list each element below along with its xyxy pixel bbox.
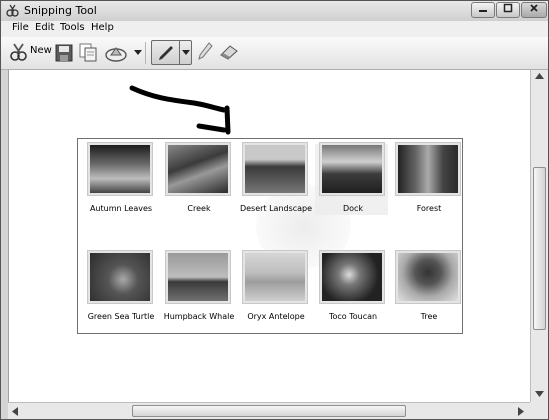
pen-split-divider (179, 41, 180, 64)
humpback-whale-thumbnail (165, 250, 231, 304)
menu-bar: File Edit Tools Help (1, 21, 548, 37)
minimize-icon (479, 10, 487, 12)
send-snip-icon[interactable] (105, 44, 127, 62)
scroll-up-icon[interactable] (535, 73, 544, 79)
pen-icon (159, 46, 173, 60)
scroll-down-icon[interactable] (535, 391, 544, 397)
horizontal-scrollbar[interactable] (8, 402, 530, 419)
image-gallery: Autumn Leaves Creek Desert Landscape Doc… (77, 138, 463, 334)
new-label: New (30, 45, 52, 56)
copy-icon[interactable] (79, 43, 98, 63)
app-scissors-icon (6, 4, 19, 17)
new-snip-button[interactable]: New (7, 40, 52, 65)
tile-label: Forest (416, 204, 442, 213)
pen-dropdown-icon[interactable] (182, 50, 190, 56)
menu-tools[interactable]: Tools (60, 22, 85, 33)
snipping-tool-window: Snipping Tool File Edit Tools Help New A… (0, 0, 549, 420)
menu-edit[interactable]: Edit (35, 22, 54, 33)
eraser-icon[interactable] (219, 44, 239, 60)
scroll-left-icon[interactable] (12, 407, 18, 416)
toco-toucan-thumbnail (319, 250, 385, 304)
close-icon (530, 4, 538, 12)
creek-thumbnail (165, 142, 231, 196)
dock-thumbnail (319, 142, 385, 196)
tile-label: Tree (420, 312, 438, 321)
forest-thumbnail (395, 142, 461, 196)
horizontal-scroll-thumb[interactable] (132, 405, 406, 417)
vertical-scroll-thumb[interactable] (533, 167, 546, 330)
toolbar-separator (145, 42, 146, 64)
pen-button[interactable] (151, 40, 192, 65)
desert-landscape-thumbnail (242, 142, 308, 196)
new-snip-icon (10, 43, 27, 61)
title-bar[interactable]: Snipping Tool (1, 1, 548, 21)
highlighter-icon[interactable] (197, 42, 213, 62)
maximize-icon (503, 3, 513, 13)
maximize-button[interactable] (496, 2, 520, 18)
minimize-button[interactable] (471, 2, 495, 18)
oryx-antelope-thumbnail (242, 250, 308, 304)
scroll-right-icon[interactable] (518, 407, 524, 416)
vertical-scrollbar[interactable] (530, 70, 548, 402)
snip-canvas[interactable]: Autumn Leaves Creek Desert Landscape Doc… (8, 70, 531, 402)
save-icon[interactable] (55, 44, 73, 62)
green-sea-turtle-thumbnail (87, 250, 153, 304)
menu-help[interactable]: Help (91, 22, 114, 33)
tree-thumbnail (395, 250, 461, 304)
size-grip[interactable] (530, 402, 548, 419)
send-dropdown-icon[interactable] (134, 50, 142, 56)
menu-file[interactable]: File (12, 22, 29, 33)
close-button[interactable] (521, 2, 547, 18)
autumn-leaves-thumbnail (87, 142, 153, 196)
toolbar: New (1, 37, 548, 70)
window-title: Snipping Tool (24, 4, 97, 17)
